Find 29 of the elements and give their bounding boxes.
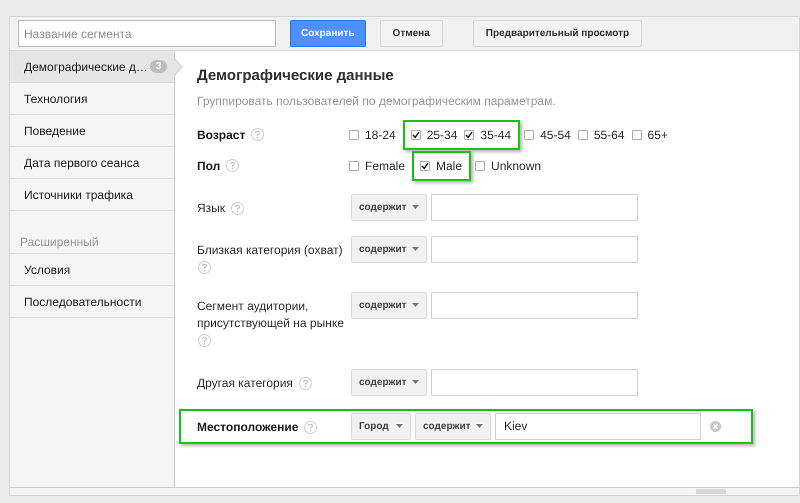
preview-button[interactable]: Предварительный просмотр <box>472 20 642 47</box>
field-label: Язык <box>197 200 226 214</box>
option-label[interactable]: Unknown <box>491 156 542 174</box>
segment-name-field[interactable]: Название сегмента <box>18 20 276 47</box>
cancel-button[interactable]: Отмена <box>380 20 443 47</box>
field-label: Близкая категория (охват) <box>197 242 343 256</box>
field-label: Возраст <box>197 126 246 144</box>
option-label[interactable]: 35-44 <box>480 126 512 144</box>
text-field[interactable]: Kiev <box>495 412 701 440</box>
option-label[interactable]: 45-54 <box>540 126 571 144</box>
section-title: Демографические данные <box>197 66 395 86</box>
dropdown[interactable]: Город <box>351 412 411 440</box>
field-label: Пол <box>197 158 220 174</box>
dropdown[interactable]: содержит <box>415 412 491 440</box>
field-label: Местоположение <box>197 420 298 434</box>
section-description: Группировать пользователей по демографическим параметрам. <box>197 92 557 110</box>
option-label[interactable]: 25-34 <box>426 126 458 144</box>
field-label: Сегмент аудитории, присутствующей на рынке <box>197 298 344 330</box>
option-label[interactable]: 65+ <box>648 126 668 144</box>
dropdown[interactable]: содержит <box>351 194 427 220</box>
option-label[interactable]: 18-24 <box>365 126 396 144</box>
dropdown[interactable]: содержит <box>351 368 427 396</box>
option-label[interactable]: Female <box>365 156 406 174</box>
count-badge: 3 <box>150 60 168 73</box>
dropdown[interactable]: содержит <box>351 292 427 318</box>
option-label[interactable]: Male <box>436 156 462 174</box>
field-label: Другая категория <box>197 376 293 390</box>
dropdown[interactable]: содержит <box>351 236 427 262</box>
option-label[interactable]: 55-64 <box>594 126 625 144</box>
